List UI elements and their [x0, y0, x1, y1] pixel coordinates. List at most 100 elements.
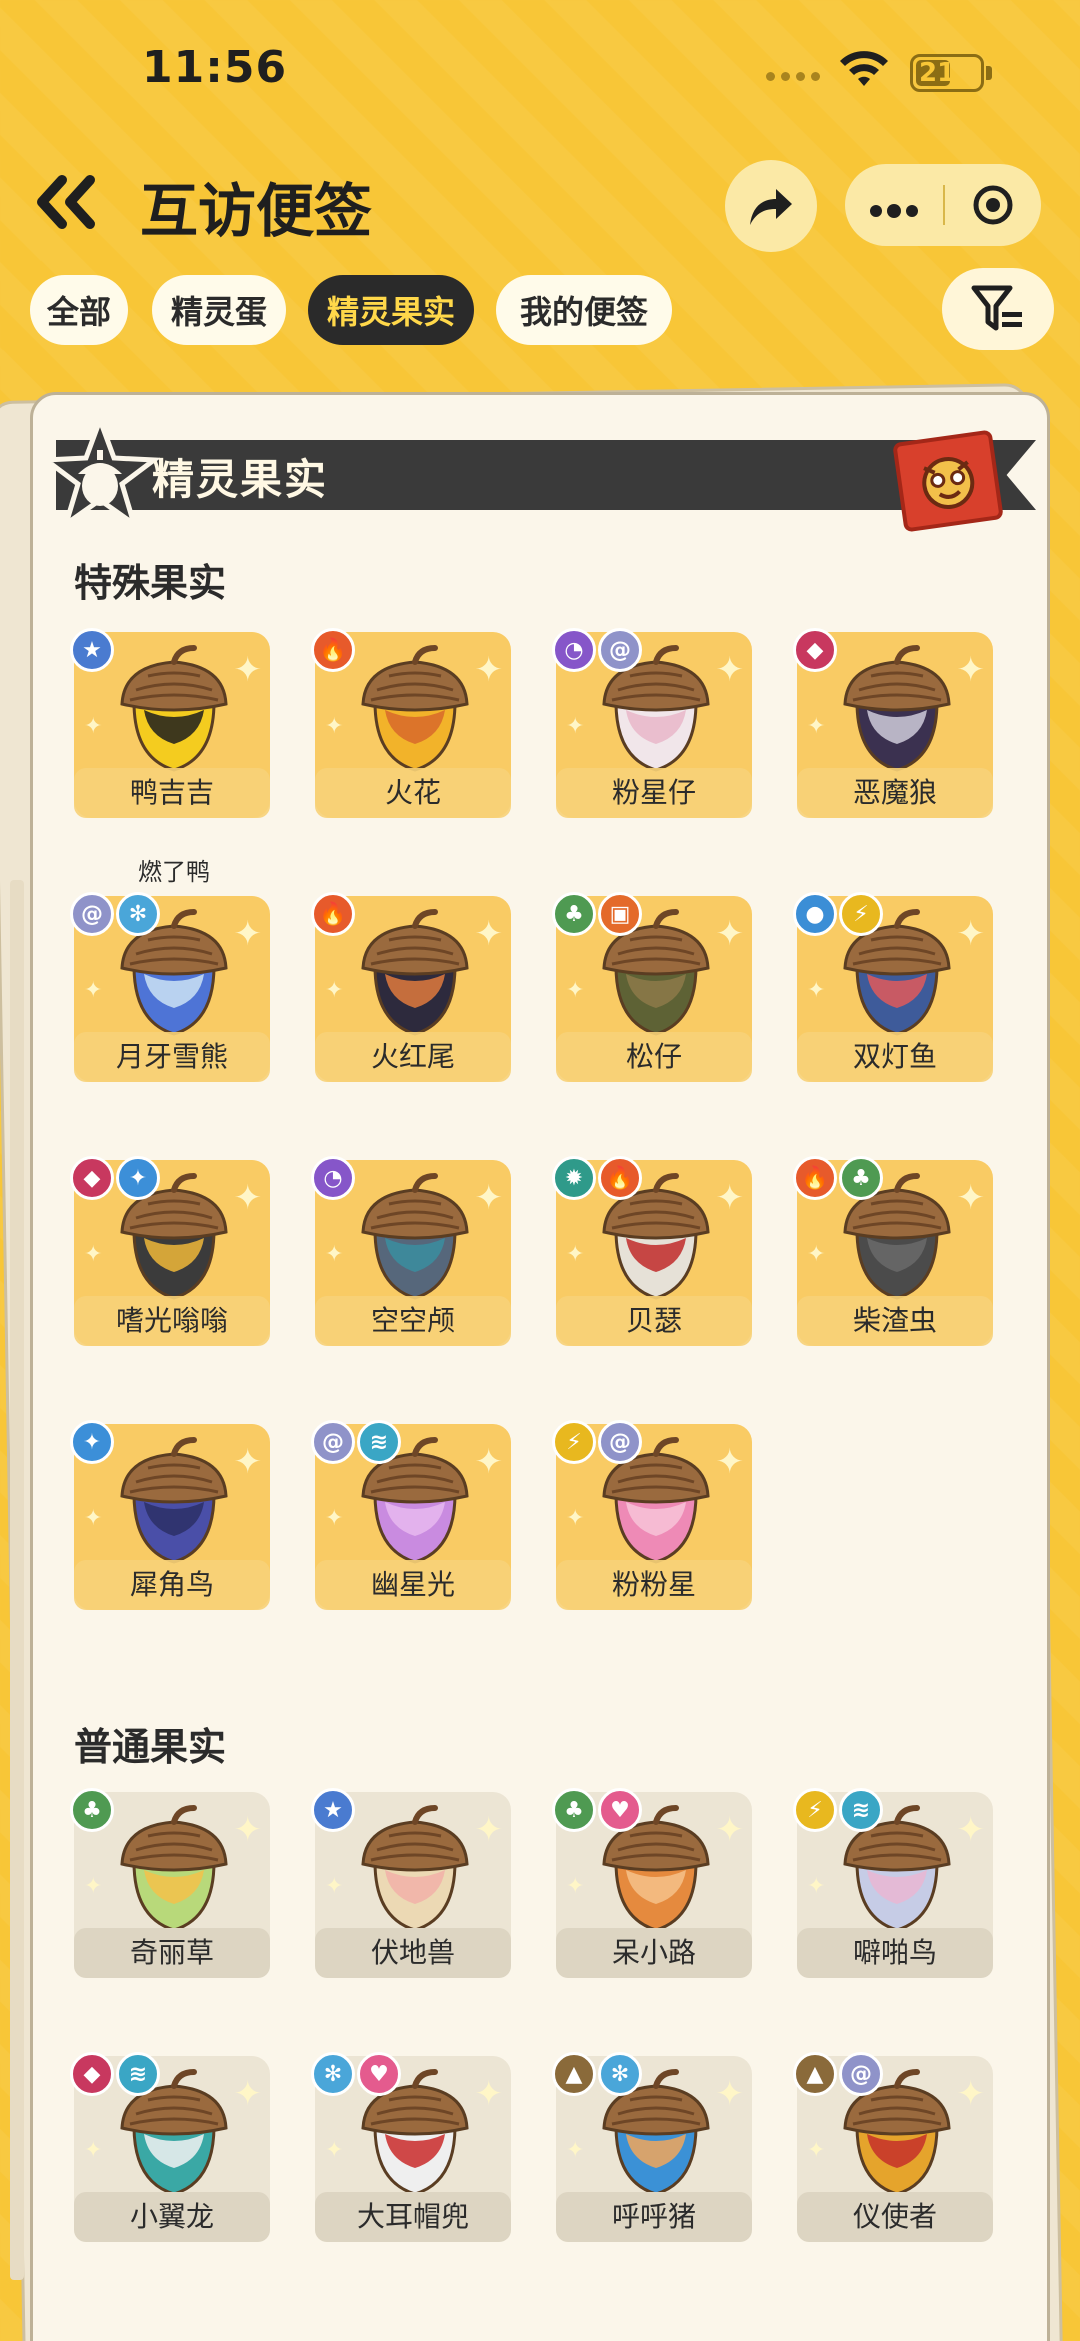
type-badges: 🔥 ♣	[793, 1156, 883, 1200]
sparkle-icon: ✦	[325, 2138, 344, 2163]
grass-type-icon: ♣	[552, 892, 596, 936]
fruit-card[interactable]: ✦ ✦ 🔥 ♣ 柴渣虫	[793, 1156, 993, 1350]
fruit-name: 双灯鱼	[797, 1032, 993, 1082]
sparkle-icon: ✦	[956, 1810, 986, 1850]
sparkle-icon: ✦	[566, 714, 585, 739]
share-arrow-icon	[750, 189, 792, 225]
fruit-card[interactable]: ✦ ✦ ◔ 空空颅	[311, 1156, 511, 1350]
type-badges: ◆	[793, 628, 837, 672]
status-bar: 11:56 21	[0, 0, 1080, 140]
type-badges: ♣	[70, 1788, 114, 1832]
fruit-name: 鸭吉吉	[74, 768, 270, 818]
sparkle-icon: ✦	[474, 2074, 504, 2114]
sparkle-icon: ✦	[474, 1442, 504, 1482]
tab-all[interactable]: 全部	[30, 275, 128, 345]
sparkle-icon: ✦	[807, 978, 826, 1003]
electric-type-icon: ⚡	[552, 1420, 596, 1464]
acorn-fruit-icon	[120, 1805, 228, 1932]
sparkle-icon: ✦	[807, 714, 826, 739]
fruit-name: 粉粉星	[556, 1560, 752, 1610]
sparkle-icon: ✦	[566, 1506, 585, 1531]
fruit-card[interactable]: ✦ ✦ ♣ ▣ 松仔	[552, 892, 752, 1086]
sparkle-icon: ✦	[84, 1506, 103, 1531]
acorn-fruit-icon	[361, 909, 469, 1036]
filter-icon	[971, 285, 1022, 331]
sparkle-icon: ✦	[715, 1178, 745, 1218]
type-badges: ★	[70, 628, 114, 672]
sparkle-icon: ✦	[84, 1242, 103, 1267]
sparkle-icon: ✦	[715, 2074, 745, 2114]
fruit-card[interactable]: ✦ ✦ ▲ ✻ 呼呼猪	[552, 2052, 752, 2246]
swirl-type-icon: @	[598, 628, 642, 672]
fruit-card[interactable]: ✦ ✦ ● ⚡ 双灯鱼	[793, 892, 993, 1086]
fruit-name: 呆小路	[556, 1928, 752, 1978]
swirl-type-icon: @	[70, 892, 114, 936]
electric-type-icon: ⚡	[793, 1788, 837, 1832]
fruit-name: 松仔	[556, 1032, 752, 1082]
banner-title: 精灵果实	[152, 455, 329, 504]
wifi-icon	[840, 51, 888, 86]
fruit-card[interactable]: ✦ ✦ ✻ ♥ 大耳帽兜	[311, 2052, 511, 2246]
star-type-icon: ★	[311, 1788, 355, 1832]
fruit-card[interactable]: ✦ ✦ @ ≋ 幽星光	[311, 1420, 511, 1614]
fruit-name: 火红尾	[315, 1032, 511, 1082]
fruit-card[interactable]: ✦ ✦ ◆ ✦ 嗜光嗡嗡	[70, 1156, 270, 1350]
fruit-card[interactable]: ✦ ✦ ▲ @ 仪使者	[793, 2052, 993, 2246]
sparkle-icon: ✦	[807, 1242, 826, 1267]
fruit-card[interactable]: ✦ ✦ ◆ 恶魔狼	[793, 628, 993, 822]
ice-type-icon: ✻	[598, 2052, 642, 2096]
sparkle-icon: ✦	[956, 914, 986, 954]
type-badges: ✹ 🔥	[552, 1156, 642, 1200]
grass-type-icon: ♣	[552, 1788, 596, 1832]
close-miniapp-button[interactable]	[945, 184, 1041, 226]
acorn-fruit-icon	[843, 645, 951, 772]
fruit-card[interactable]: ✦ ✦ ◔ @ 粉星仔	[552, 628, 752, 822]
sparkle-icon: ✦	[325, 978, 344, 1003]
sparkle-icon: ✦	[956, 2074, 986, 2114]
tab-my-notes[interactable]: 我的便签	[496, 275, 672, 345]
fruit-card[interactable]: ✦ ✦ ⚡ ≋ 噼啪鸟	[793, 1788, 993, 1982]
more-dots-icon	[870, 204, 918, 218]
sparkle-icon: ✦	[233, 1442, 263, 1482]
tab-spirit-egg[interactable]: 精灵蛋	[152, 275, 286, 345]
fruit-card[interactable]: ✦ ✦ ✦ 犀角鸟	[70, 1420, 270, 1614]
tab-spirit-fruit[interactable]: 精灵果实	[308, 275, 474, 345]
swirl-type-icon: @	[311, 1420, 355, 1464]
grass-type-icon: ♣	[70, 1788, 114, 1832]
sparkle-icon: ✦	[84, 978, 103, 1003]
fruit-name: 小翼龙	[74, 2192, 270, 2242]
fruit-card[interactable]: ✦ ✦ 🔥 火花	[311, 628, 511, 822]
sparkle-icon: ✦	[233, 1178, 263, 1218]
sparkle-icon: ✦	[807, 1874, 826, 1899]
fruit-card[interactable]: ✦ ✦ ⚡ @ 粉粉星	[552, 1420, 752, 1614]
swirl-type-icon: @	[839, 2052, 883, 2096]
type-badges: ◔ @	[552, 628, 642, 672]
fruit-card[interactable]: ✦ ✦ ♣ 奇丽草	[70, 1788, 270, 1982]
type-badges: 🔥	[311, 892, 355, 936]
acorn-fruit-icon	[361, 645, 469, 772]
fruit-card[interactable]: ✦ ✦ ◆ ≋ 小翼龙	[70, 2052, 270, 2246]
back-button[interactable]	[32, 172, 102, 232]
ice-type-icon: ✻	[116, 892, 160, 936]
sparkle-icon: ✦	[566, 978, 585, 1003]
sparkle-icon: ✦	[325, 1242, 344, 1267]
share-button[interactable]	[725, 160, 817, 252]
fruit-name: 嗜光嗡嗡	[74, 1296, 270, 1346]
fruit-card[interactable]: ✦ ✦ 🔥 火红尾	[311, 892, 511, 1086]
sparkle-icon: ✦	[956, 1178, 986, 1218]
fruit-name: 幽星光	[315, 1560, 511, 1610]
type-badges: @ ✻	[70, 892, 160, 936]
sparkle-icon: ✦	[474, 914, 504, 954]
fruit-name: 噼啪鸟	[797, 1928, 993, 1978]
fruit-name: 大耳帽兜	[315, 2192, 511, 2242]
filter-button[interactable]	[942, 268, 1054, 350]
fruit-card[interactable]: ✦ ✦ ♣ ♥ 呆小路	[552, 1788, 752, 1982]
fruit-name: 仪使者	[797, 2192, 993, 2242]
light-type-icon: ✦	[116, 1156, 160, 1200]
fruit-card[interactable]: ✦ ✦ ★ 伏地兽	[311, 1788, 511, 1982]
fruit-card[interactable]: ✦ ✦ ✹ 🔥 贝瑟	[552, 1156, 752, 1350]
fruit-card[interactable]: ✦ ✦ @ ✻ 月牙雪熊	[70, 892, 270, 1086]
more-button[interactable]	[845, 185, 943, 225]
type-badges: ▲ @	[793, 2052, 883, 2096]
fruit-card[interactable]: ✦ ✦ ★ 鸭吉吉	[70, 628, 270, 822]
